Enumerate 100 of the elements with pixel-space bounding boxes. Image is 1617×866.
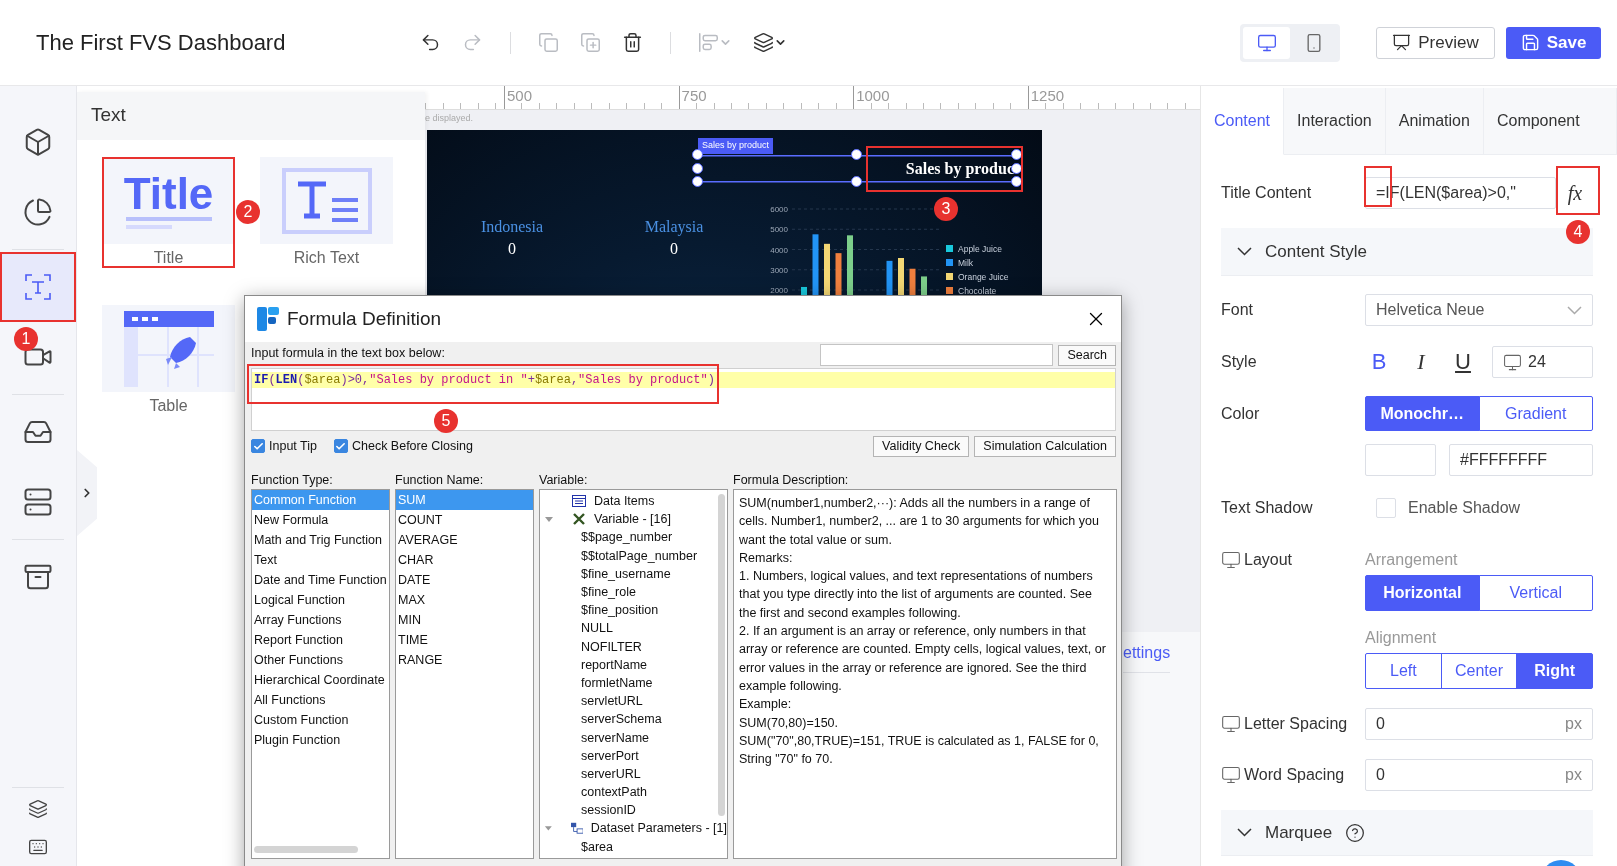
tree-item[interactable]: sessionID — [581, 801, 636, 820]
list-item[interactable]: MAX — [396, 590, 533, 610]
field-label: Word Spacing — [1244, 766, 1345, 784]
color-swatch[interactable] — [1365, 444, 1436, 476]
tree-item[interactable]: $fine_role — [581, 583, 636, 602]
list-item[interactable]: CHAR — [396, 550, 533, 570]
field-label: Title Content — [1221, 184, 1313, 202]
resize-handle[interactable] — [692, 149, 703, 160]
list-item[interactable]: Custom Function — [252, 710, 389, 730]
search-field[interactable] — [820, 344, 1054, 366]
checkbox[interactable] — [333, 439, 348, 453]
tree-item[interactable]: Variable - [16] — [594, 510, 671, 529]
resize-handle[interactable] — [1011, 149, 1022, 160]
tree-item[interactable]: $area — [581, 837, 613, 856]
alignment-option[interactable]: Right — [1516, 653, 1593, 689]
layers-icon — [28, 799, 48, 819]
list-item[interactable]: Report Function — [252, 630, 389, 650]
tree-item[interactable]: $$page_number — [581, 528, 673, 547]
list-item[interactable]: MIN — [396, 610, 533, 630]
column-heading: Function Type: — [251, 472, 334, 489]
section-header[interactable]: Marquee — [1221, 810, 1593, 856]
dialog-button[interactable]: Validity Check — [873, 435, 970, 457]
list-item[interactable]: COUNT — [396, 510, 533, 530]
search-button[interactable]: Search — [1058, 344, 1116, 366]
tree-item[interactable]: Data Items — [594, 492, 655, 511]
list-item[interactable]: DATE — [396, 570, 533, 590]
legend-label: Apple Juice — [958, 244, 1002, 254]
monitor-icon — [1221, 765, 1241, 785]
tree-item[interactable]: NULL — [581, 619, 613, 638]
list-item[interactable]: Other Functions — [252, 650, 389, 670]
dialog-button[interactable]: Simulation Calculation — [974, 435, 1116, 457]
server-icon — [23, 487, 53, 517]
list-item[interactable]: Array Functions — [252, 610, 389, 630]
underline-button[interactable]: U — [1449, 346, 1477, 378]
list-item[interactable]: Date and Time Function — [252, 570, 389, 590]
alignment-option[interactable]: Center — [1440, 653, 1518, 689]
settings-tab[interactable]: ettings — [1123, 644, 1171, 673]
layers-icon — [753, 32, 774, 53]
shadow-checkbox[interactable] — [1376, 498, 1396, 518]
field-label: Arrangement — [1365, 550, 1459, 570]
checkbox[interactable] — [251, 439, 265, 453]
list-item[interactable]: Logical Function — [252, 590, 389, 610]
formula-button[interactable]: fx — [1556, 173, 1594, 213]
property-tab[interactable]: Interaction — [1284, 88, 1386, 155]
field-label: Text Shadow — [1221, 499, 1314, 517]
save-button[interactable]: Save — [1506, 26, 1601, 59]
tree-item[interactable]: Dataset Parameters - [1] — [590, 819, 727, 838]
scrollbar[interactable] — [718, 494, 725, 816]
legend-label: Milk — [958, 258, 974, 268]
tree-item[interactable]: formletName — [581, 673, 653, 692]
resize-handle[interactable] — [1011, 176, 1022, 187]
tree-item[interactable]: serverPort — [581, 746, 639, 765]
tree-item[interactable]: contextPath — [581, 783, 647, 802]
tree-item[interactable]: serverSchema — [581, 710, 662, 729]
ruler: 500 750 1000 1250 — [425, 86, 1200, 110]
preview-button[interactable]: Preview — [1376, 26, 1495, 59]
property-tab[interactable]: Animation — [1385, 88, 1484, 155]
tree-item[interactable]: $fine_position — [581, 601, 659, 620]
list-item[interactable]: RANGE — [396, 650, 533, 670]
list-item[interactable]: New Formula — [252, 510, 389, 530]
save-icon — [1520, 33, 1540, 52]
tree-item[interactable]: serverURL — [581, 764, 641, 783]
spacing-input[interactable]: 0 px — [1365, 708, 1593, 740]
help-icon[interactable] — [1345, 822, 1366, 843]
arrangement-option[interactable]: Horizontal — [1365, 575, 1480, 611]
legend-swatch — [946, 273, 953, 280]
component-card[interactable]: Title Title — [102, 157, 235, 268]
alignment-option[interactable]: Left — [1365, 653, 1442, 689]
list-item[interactable]: AVERAGE — [396, 530, 533, 550]
desktop-view-button[interactable] — [1243, 26, 1290, 59]
font-select[interactable]: Helvetica Neue — [1365, 294, 1593, 326]
list-item[interactable]: Plugin Function — [252, 730, 389, 750]
resize-handle[interactable] — [851, 149, 862, 160]
legend-label: Orange Juice — [958, 272, 1009, 282]
tree-item[interactable]: servletURL — [581, 692, 643, 711]
resize-handle[interactable] — [692, 163, 703, 174]
resize-handle[interactable] — [692, 176, 703, 187]
tree-item[interactable]: reportName — [581, 655, 647, 674]
scrollbar[interactable] — [254, 846, 358, 853]
tree-item[interactable]: $$totalPage_number — [581, 546, 698, 565]
legend-label: Chocolate — [958, 286, 997, 296]
property-tab[interactable]: Component — [1483, 88, 1617, 155]
italic-button[interactable]: I — [1407, 346, 1435, 378]
arrangement-option[interactable]: Vertical — [1478, 575, 1593, 611]
list-item[interactable]: TIME — [396, 630, 533, 650]
resize-handle[interactable] — [851, 176, 862, 187]
hex-input[interactable]: #FFFFFFFF — [1449, 444, 1593, 476]
list-item[interactable]: Math and Trig Function — [252, 530, 389, 550]
list-item[interactable]: Text — [252, 550, 389, 570]
axis-label: 5000 — [770, 225, 788, 235]
list-item[interactable]: All Functions — [252, 690, 389, 710]
tree-item[interactable]: serverName — [581, 728, 650, 747]
tree-item[interactable]: $fine_username — [581, 564, 671, 583]
font-size-field[interactable]: 24 — [1492, 346, 1593, 378]
bold-button[interactable]: B — [1365, 346, 1393, 378]
list-item[interactable]: Hierarchical Coordinate — [252, 670, 389, 690]
color-mode-option[interactable]: Gradient — [1478, 396, 1593, 431]
spacing-input[interactable]: 0 px — [1365, 759, 1593, 791]
tree-item[interactable]: NOFILTER — [581, 637, 642, 656]
color-mode-option[interactable]: Monochr… — [1365, 396, 1480, 431]
